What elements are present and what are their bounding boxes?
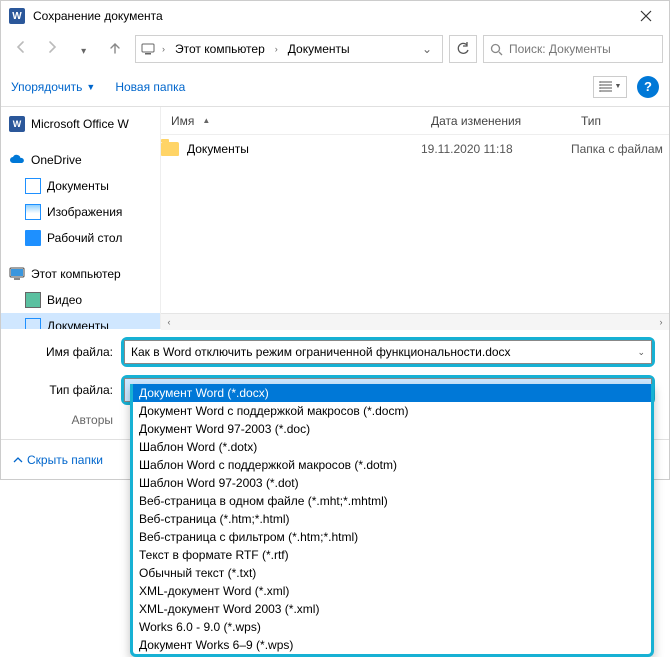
- history-dropdown[interactable]: ▾: [70, 37, 98, 65]
- filename-value: Как в Word отключить режим ограниченной …: [131, 345, 511, 359]
- filetype-option[interactable]: Документ Works 6–9 (*.wps): [133, 636, 651, 654]
- close-button[interactable]: [623, 1, 669, 31]
- search-icon: [490, 43, 503, 56]
- word-icon: W: [9, 116, 25, 132]
- column-name[interactable]: Имя▲: [161, 114, 421, 128]
- tree-item-onedrive[interactable]: OneDrive: [1, 147, 160, 173]
- pc-icon: [9, 266, 25, 282]
- video-icon: [25, 292, 41, 308]
- chevron-up-icon: [13, 455, 23, 465]
- address-dropdown[interactable]: ⌄: [416, 42, 438, 56]
- documents-icon: [25, 178, 41, 194]
- scrollbar-track[interactable]: [177, 314, 653, 330]
- filetype-dropdown-list[interactable]: Документ Word (*.docx)Документ Word с по…: [130, 384, 654, 657]
- arrow-left-icon: [14, 40, 28, 54]
- folder-icon: [161, 142, 179, 156]
- filetype-option[interactable]: Works 6.0 - 9.0 (*.wps): [133, 618, 651, 636]
- word-app-icon: W: [9, 8, 25, 24]
- chevron-down-icon: ▼: [615, 83, 622, 90]
- filetype-option[interactable]: Шаблон Word с поддержкой макросов (*.dot…: [133, 456, 651, 474]
- filetype-option[interactable]: Обычный текст (*.txt): [133, 564, 651, 582]
- filetype-option[interactable]: Шаблон Word 97-2003 (*.dot): [133, 474, 651, 492]
- details-view-icon: [599, 81, 613, 93]
- arrow-up-icon: [108, 40, 122, 54]
- arrow-right-icon: [45, 40, 59, 54]
- authors-label: Авторы: [31, 413, 121, 427]
- chevron-down-icon: ▼: [86, 82, 95, 92]
- documents-icon: [25, 318, 41, 329]
- filetype-option[interactable]: Документ Word с поддержкой макросов (*.d…: [133, 402, 651, 420]
- tree-item-video[interactable]: Видео: [1, 287, 160, 313]
- titlebar: W Сохранение документа: [1, 1, 669, 31]
- chevron-down-icon: ⌄: [637, 347, 645, 358]
- close-icon: [640, 10, 652, 22]
- list-header: Имя▲ Дата изменения Тип: [161, 107, 669, 135]
- filetype-option[interactable]: XML-документ Word (*.xml): [133, 582, 651, 600]
- filetype-option[interactable]: Веб-страница (*.htm;*.html): [133, 510, 651, 528]
- new-folder-button[interactable]: Новая папка: [115, 80, 185, 94]
- back-button[interactable]: [7, 33, 35, 61]
- images-icon: [25, 204, 41, 220]
- column-type[interactable]: Тип: [571, 114, 669, 128]
- hide-folders-button[interactable]: Скрыть папки: [13, 453, 103, 467]
- filetype-option[interactable]: Документ Word 97-2003 (*.doc): [133, 420, 651, 438]
- tree-item-desktop[interactable]: Рабочий стол: [1, 225, 160, 251]
- filename-combobox[interactable]: Как в Word отключить режим ограниченной …: [124, 340, 652, 364]
- folder-tree[interactable]: WMicrosoft Office W OneDrive Документы И…: [1, 107, 161, 329]
- tree-item-this-pc[interactable]: Этот компьютер: [1, 261, 160, 287]
- filetype-option[interactable]: Шаблон Word (*.dotx): [133, 438, 651, 456]
- search-placeholder: Поиск: Документы: [509, 42, 611, 56]
- window-title: Сохранение документа: [33, 9, 623, 23]
- nav-bar: ▾ › Этот компьютер › Документы ⌄ Поиск: …: [1, 31, 669, 67]
- scroll-right-button[interactable]: ›: [653, 314, 669, 330]
- view-mode-button[interactable]: ▼: [593, 76, 627, 98]
- help-button[interactable]: ?: [637, 76, 659, 98]
- forward-button[interactable]: [38, 33, 66, 61]
- tree-item-documents[interactable]: Документы: [1, 173, 160, 199]
- breadcrumb-current[interactable]: Документы: [284, 42, 354, 56]
- address-bar[interactable]: › Этот компьютер › Документы ⌄: [135, 35, 443, 63]
- filetype-label: Тип файла:: [31, 383, 121, 397]
- refresh-button[interactable]: [449, 35, 477, 63]
- breadcrumb-sep: ›: [273, 44, 280, 54]
- sort-indicator-icon: ▲: [202, 116, 210, 125]
- breadcrumb-sep: ›: [160, 44, 167, 54]
- scroll-left-button[interactable]: ‹: [161, 314, 177, 330]
- cloud-icon: [9, 152, 25, 168]
- toolbar: Упорядочить ▼ Новая папка ▼ ?: [1, 67, 669, 107]
- file-list: Имя▲ Дата изменения Тип Документы19.11.2…: [161, 107, 669, 329]
- list-item[interactable]: Документы19.11.2020 11:18Папка с файлам: [161, 135, 669, 163]
- desktop-icon: [25, 230, 41, 246]
- tree-item-documents-pc[interactable]: Документы: [1, 313, 160, 329]
- column-date[interactable]: Дата изменения: [421, 114, 571, 128]
- filename-label: Имя файла:: [31, 345, 121, 359]
- organize-button[interactable]: Упорядочить ▼: [11, 80, 95, 94]
- filetype-option[interactable]: Веб-страница с фильтром (*.htm;*.html): [133, 528, 651, 546]
- breadcrumb-root[interactable]: Этот компьютер: [171, 42, 269, 56]
- pc-icon: [140, 41, 156, 57]
- up-button[interactable]: [101, 33, 129, 61]
- filetype-option[interactable]: Текст в формате RTF (*.rtf): [133, 546, 651, 564]
- filetype-option[interactable]: XML-документ Word 2003 (*.xml): [133, 600, 651, 618]
- search-input[interactable]: Поиск: Документы: [483, 35, 663, 63]
- refresh-icon: [456, 42, 470, 56]
- horizontal-scrollbar[interactable]: ‹ ›: [161, 313, 669, 329]
- filetype-option[interactable]: Документ Word (*.docx): [133, 384, 651, 402]
- tree-item-images[interactable]: Изображения: [1, 199, 160, 225]
- tree-item-word[interactable]: WMicrosoft Office W: [1, 111, 160, 137]
- filetype-option[interactable]: Веб-страница в одном файле (*.mht;*.mhtm…: [133, 492, 651, 510]
